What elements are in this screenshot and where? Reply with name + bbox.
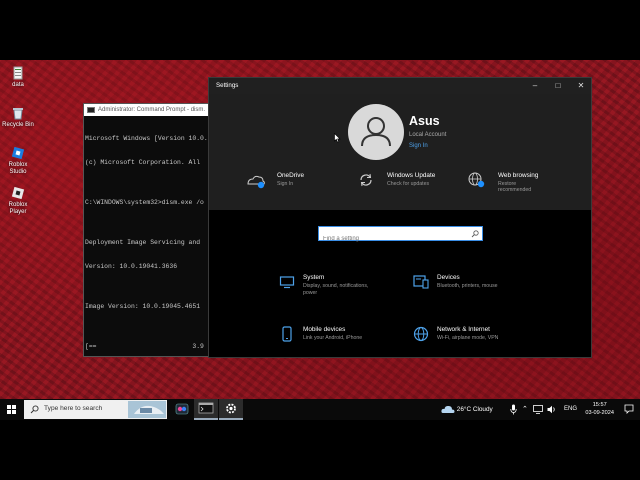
- cmd-line: C:\WINDOWS\system32>dism.exe /o: [85, 199, 204, 206]
- roblox-player-icon: [11, 186, 25, 200]
- taskbar-app-photos[interactable]: [170, 399, 194, 420]
- gear-icon: [226, 403, 236, 414]
- cmd-line: Version: 10.0.19041.3636: [85, 263, 178, 270]
- language-indicator[interactable]: ENG: [564, 399, 577, 420]
- cmd-title: Administrator: Command Prompt - dism.: [98, 107, 206, 113]
- sign-in-link[interactable]: Sign In: [409, 143, 428, 149]
- taskbar-search-placeholder: Type here to search: [44, 405, 103, 412]
- settings-header: Asus Local Account Sign In OneDrive Sign…: [209, 94, 591, 210]
- desktop-icon-data[interactable]: data: [0, 66, 36, 89]
- desktop-icon-label: Recycle Bin: [2, 122, 34, 128]
- devices-icon: [413, 275, 429, 289]
- cmd-line: (c) Microsoft Corporation. All: [85, 159, 201, 166]
- user-name: Asus: [409, 114, 440, 128]
- category-title: Mobile devices: [303, 326, 346, 333]
- category-network[interactable]: Network & Internet Wi-Fi, airplane mode,…: [413, 326, 533, 356]
- photos-icon: [175, 403, 189, 415]
- settings-title: Settings: [216, 82, 239, 89]
- cmd-icon: [87, 107, 95, 113]
- globe-icon: [413, 326, 429, 342]
- cmd-titlebar[interactable]: Administrator: Command Prompt - dism.: [84, 104, 222, 116]
- category-subtitle: Link your Android, iPhone: [303, 335, 363, 341]
- cloud-icon: [441, 406, 455, 414]
- category-devices[interactable]: Devices Bluetooth, printers, mouse: [413, 274, 533, 304]
- settings-window[interactable]: Settings – □ ✕ Asus Local Account Sign I…: [208, 77, 592, 358]
- cmd-line: Deployment Image Servicing and: [85, 239, 201, 246]
- category-subtitle-line: power: [303, 290, 318, 296]
- clock-time: 15:57: [592, 402, 607, 408]
- quick-title: Web browsing: [498, 172, 539, 179]
- clock[interactable]: 15:57 03-09-2024: [585, 402, 614, 417]
- category-mobile-devices[interactable]: Mobile devices Link your Android, iPhone: [279, 326, 399, 356]
- clock-date: 03-09-2024: [585, 409, 614, 416]
- taskbar-search[interactable]: Type here to search: [24, 400, 167, 419]
- category-subtitle: Wi-Fi, airplane mode, VPN: [437, 335, 499, 341]
- command-prompt-icon: [198, 402, 214, 414]
- weather-text: 26°C Cloudy: [456, 406, 493, 413]
- quick-subtitle-line: recommended: [498, 187, 532, 193]
- onedrive-icon: [247, 175, 265, 189]
- volume-icon[interactable]: [547, 405, 557, 414]
- phone-icon: [282, 326, 292, 342]
- avatar[interactable]: [348, 104, 404, 160]
- settings-search[interactable]: [318, 226, 483, 246]
- cmd-line: Microsoft Windows [Version 10.0.: [85, 135, 208, 142]
- roblox-studio-icon: [11, 146, 25, 160]
- taskbar: Type here to search 26°C Cloudy ⌃ ENG 15…: [0, 399, 640, 420]
- desktop-icon-roblox-studio[interactable]: Roblox Studio: [0, 146, 36, 176]
- user-icon: [361, 117, 391, 147]
- search-icon[interactable]: [471, 230, 479, 238]
- quick-subtitle: Sign In: [277, 181, 294, 187]
- close-button[interactable]: ✕: [569, 78, 591, 94]
- quick-subtitle: Check for updates: [387, 181, 430, 187]
- category-subtitle: Display, sound, notifications, power: [303, 283, 368, 297]
- desktop-icon-label: Roblox Studio: [8, 162, 28, 175]
- search-highlight-icon: [128, 401, 166, 418]
- desktop-icon-label: data: [12, 82, 24, 88]
- category-subtitle-line: Display, sound, notifications,: [303, 283, 369, 289]
- recycle-bin-icon: [13, 108, 23, 120]
- mouse-cursor-icon: [334, 133, 341, 143]
- category-title: System: [303, 274, 325, 281]
- desktop-icon-roblox-player[interactable]: Roblox Player: [0, 186, 36, 216]
- search-icon: [30, 405, 39, 414]
- cmd-output[interactable]: Microsoft Windows [Version 10.0. (c) Mic…: [84, 116, 222, 356]
- desktop-icon-recycle-bin[interactable]: Recycle Bin: [0, 106, 36, 129]
- category-system[interactable]: System Display, sound, notifications, po…: [279, 274, 399, 304]
- microphone-icon[interactable]: [510, 404, 517, 415]
- web-browsing-icon: [468, 172, 485, 188]
- cmd-progress-line: [== 3.9: [85, 343, 204, 350]
- category-subtitle: Bluetooth, printers, mouse: [437, 283, 498, 289]
- category-title: Devices: [437, 274, 460, 281]
- minimize-button[interactable]: –: [523, 78, 547, 94]
- desktop-icon-label: Roblox Player: [8, 202, 28, 215]
- quick-subtitle: Restore recommended: [498, 181, 531, 193]
- windows-update-icon: [360, 173, 372, 187]
- settings-titlebar[interactable]: Settings – □ ✕: [209, 78, 591, 94]
- screen: data Recycle Bin Roblox Studio Roblox Pl…: [0, 0, 640, 480]
- text-file-icon: [13, 66, 23, 80]
- notification-icon[interactable]: [624, 404, 634, 414]
- start-button[interactable]: [0, 399, 22, 420]
- weather-widget[interactable]: 26°C Cloudy: [441, 399, 493, 420]
- hidden-icons-chevron-icon[interactable]: ⌃: [522, 399, 528, 420]
- taskbar-app-settings[interactable]: [219, 399, 243, 420]
- category-title: Network & Internet: [437, 326, 490, 333]
- quick-title: OneDrive: [277, 172, 304, 179]
- command-prompt-window[interactable]: Administrator: Command Prompt - dism. Mi…: [83, 103, 223, 357]
- network-icon[interactable]: [533, 405, 543, 414]
- account-type: Local Account: [409, 132, 447, 138]
- taskbar-app-command-prompt[interactable]: [194, 399, 218, 420]
- search-input[interactable]: [319, 232, 482, 246]
- maximize-button[interactable]: □: [546, 78, 570, 94]
- system-icon: [279, 276, 295, 289]
- quick-title: Windows Update: [387, 172, 436, 179]
- cmd-line: Image Version: 10.0.19045.4651: [85, 303, 201, 310]
